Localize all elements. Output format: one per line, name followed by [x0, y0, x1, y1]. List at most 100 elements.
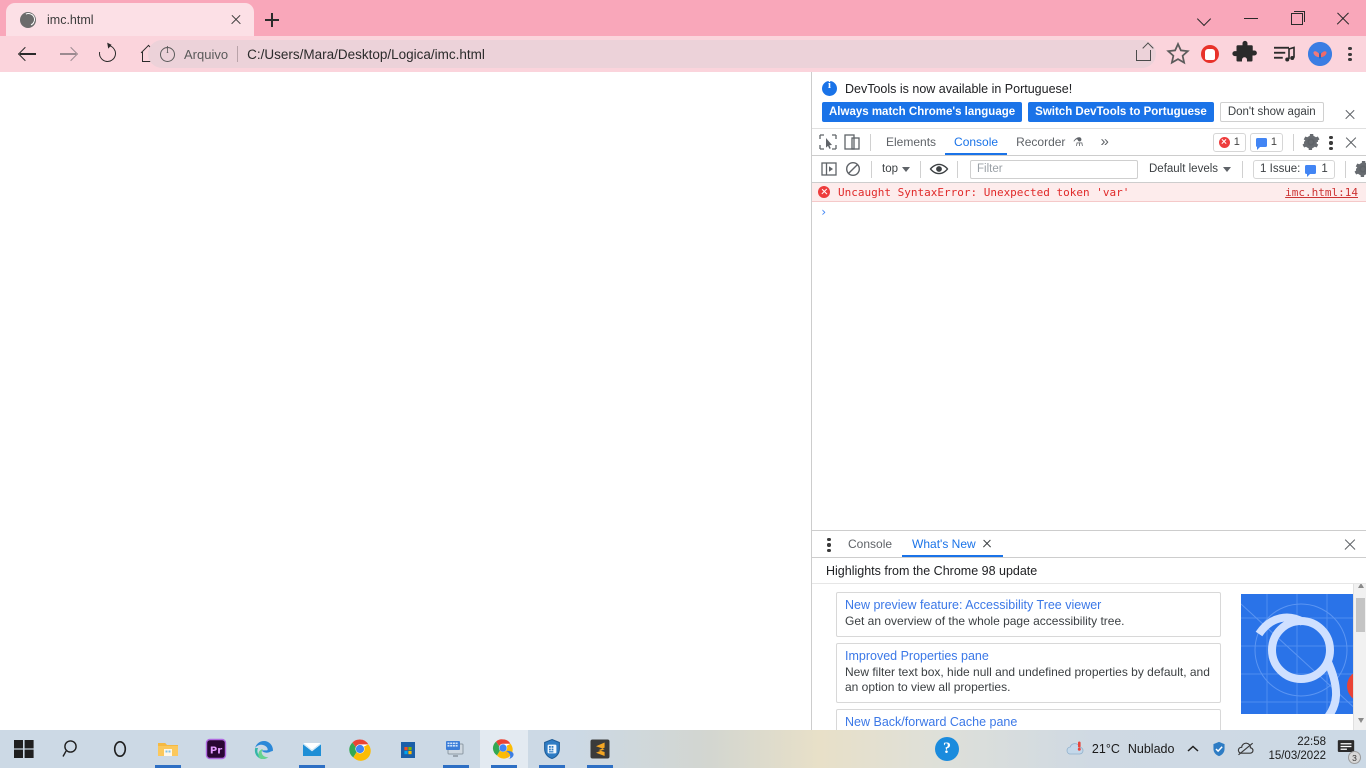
remote-desktop-button[interactable]: [432, 730, 480, 768]
device-toolbar-icon[interactable]: [840, 131, 864, 153]
cortana-button[interactable]: [96, 730, 144, 768]
share-icon[interactable]: [1129, 39, 1159, 69]
microsoft-edge-button[interactable]: [240, 730, 288, 768]
execution-context-selector[interactable]: top: [878, 163, 914, 175]
new-tab-button[interactable]: [258, 6, 286, 34]
issues-count: 1: [1321, 163, 1328, 175]
error-icon: [1218, 136, 1230, 148]
back-button[interactable]: [14, 40, 42, 68]
whats-new-card[interactable]: New Back/forward Cache pane: [836, 709, 1221, 730]
clear-console-icon[interactable]: [841, 158, 865, 180]
divider: [870, 133, 871, 151]
console-prompt[interactable]: ›: [812, 202, 1366, 222]
start-button[interactable]: [0, 730, 48, 768]
info-icon: [822, 80, 837, 96]
message-icon: [1305, 164, 1317, 177]
devtools-close-icon[interactable]: [1340, 131, 1362, 153]
more-tabs-icon[interactable]: »: [1093, 133, 1117, 151]
console-settings-gear-icon[interactable]: [1352, 158, 1366, 180]
always-match-language-button[interactable]: Always match Chrome's language: [822, 102, 1023, 122]
devtools-menu-icon[interactable]: [1322, 131, 1340, 153]
scroll-down-arrow-icon[interactable]: [1357, 718, 1364, 723]
console-output[interactable]: Uncaught SyntaxError: Unexpected token '…: [812, 183, 1366, 523]
issues-button[interactable]: 1 Issue: 1: [1253, 159, 1335, 179]
weather-widget[interactable]: 21°C Nublado: [1063, 738, 1174, 760]
tab-recorder[interactable]: Recorder ⚗: [1007, 129, 1092, 155]
message-count-badge[interactable]: 1: [1249, 132, 1283, 152]
card-title[interactable]: New Back/forward Cache pane: [845, 715, 1212, 729]
banner-close-icon[interactable]: [1342, 106, 1358, 122]
error-count: 1: [1233, 136, 1240, 148]
devtools-drawer: Console What's New Highlights from the C…: [812, 530, 1366, 730]
chrome-menu-icon[interactable]: [1340, 39, 1360, 69]
adblock-icon[interactable]: [1201, 45, 1219, 63]
inspect-element-icon[interactable]: [816, 131, 840, 153]
card-title[interactable]: Improved Properties pane: [845, 649, 1212, 663]
maximize-button[interactable]: [1274, 0, 1320, 36]
bookmark-star-icon[interactable]: [1163, 39, 1193, 69]
scrollbar-thumb[interactable]: [1356, 598, 1365, 632]
window-close-button[interactable]: [1320, 0, 1366, 36]
notifications-button[interactable]: 3: [1336, 738, 1361, 764]
devtools-panel: DevTools is now available in Portuguese!…: [811, 72, 1366, 730]
browser-tab[interactable]: imc.html: [6, 3, 254, 36]
whats-new-scrollbar[interactable]: [1353, 584, 1366, 730]
error-icon: [818, 186, 830, 198]
search-button[interactable]: [48, 730, 96, 768]
scroll-up-arrow-icon[interactable]: [1357, 584, 1364, 588]
devtools-language-banner: DevTools is now available in Portuguese!…: [812, 72, 1366, 129]
drawer-close-icon[interactable]: [1340, 534, 1360, 554]
divider: [1344, 160, 1346, 178]
card-title[interactable]: New preview feature: Accessibility Tree …: [845, 598, 1212, 612]
settings-gear-icon[interactable]: [1300, 131, 1322, 153]
chrome-window-button[interactable]: [480, 730, 528, 768]
clock-widget[interactable]: 22:58 15/03/2022: [1268, 735, 1326, 763]
dont-show-again-button[interactable]: Don't show again: [1219, 102, 1324, 122]
console-error-row[interactable]: Uncaught SyntaxError: Unexpected token '…: [812, 183, 1366, 202]
clock-date: 15/03/2022: [1268, 750, 1326, 762]
banner-message: DevTools is now available in Portuguese!: [845, 81, 1073, 96]
google-chrome-button[interactable]: [336, 730, 384, 768]
close-icon[interactable]: [226, 10, 246, 30]
tab-console[interactable]: Console: [945, 129, 1008, 155]
premiere-pro-button[interactable]: Pr: [192, 730, 240, 768]
reload-button[interactable]: [94, 40, 122, 68]
divider: [957, 160, 958, 178]
drawer-tab-whats-new[interactable]: What's New: [902, 531, 1003, 557]
chevron-down-icon[interactable]: [1182, 0, 1228, 36]
close-icon[interactable]: [982, 538, 993, 549]
whats-new-card[interactable]: New preview feature: Accessibility Tree …: [836, 592, 1221, 637]
console-sidebar-toggle-icon[interactable]: [817, 158, 841, 180]
whats-new-card[interactable]: Improved Properties pane New filter text…: [836, 643, 1221, 703]
minimize-button[interactable]: [1228, 0, 1274, 36]
message-count: 1: [1270, 136, 1277, 148]
mail-button[interactable]: [288, 730, 336, 768]
card-description: Get an overview of the whole page access…: [845, 614, 1125, 628]
profile-avatar-icon[interactable]: [1308, 42, 1332, 66]
error-count-badge[interactable]: 1: [1212, 132, 1246, 152]
system-tray: 21°C Nublado 22:58 15/03/2022 3: [1063, 730, 1366, 768]
show-hidden-icons-button[interactable]: [1180, 742, 1206, 756]
help-circle-icon[interactable]: ?: [935, 737, 959, 761]
console-error-source[interactable]: imc.html:14: [1285, 186, 1358, 199]
reading-list-icon[interactable]: [1269, 39, 1299, 69]
security-app-button[interactable]: [528, 730, 576, 768]
switch-to-portuguese-button[interactable]: Switch DevTools to Portuguese: [1028, 102, 1214, 122]
onedrive-offline-icon[interactable]: [1232, 741, 1260, 757]
log-levels-selector[interactable]: Default levels: [1144, 163, 1236, 175]
console-filter-bar: top Default levels 1 Issue: 1: [812, 156, 1366, 183]
microsoft-store-button[interactable]: [384, 730, 432, 768]
security-shield-tray-icon[interactable]: [1206, 740, 1232, 758]
console-filter-input[interactable]: [970, 159, 1138, 179]
address-bar[interactable]: Arquivo C:/Users/Mara/Desktop/Logica/imc…: [148, 40, 1156, 68]
weather-cloud-icon: [1066, 741, 1084, 755]
extensions-puzzle-icon[interactable]: [1230, 39, 1260, 69]
live-expression-eye-icon[interactable]: [927, 158, 951, 180]
drawer-menu-icon[interactable]: [820, 533, 838, 555]
tab-elements[interactable]: Elements: [877, 129, 945, 155]
drawer-tab-console[interactable]: Console: [838, 531, 902, 557]
file-explorer-button[interactable]: [144, 730, 192, 768]
forward-button[interactable]: [54, 40, 82, 68]
sublime-text-button[interactable]: [576, 730, 624, 768]
whats-new-body: New preview feature: Accessibility Tree …: [812, 584, 1366, 730]
